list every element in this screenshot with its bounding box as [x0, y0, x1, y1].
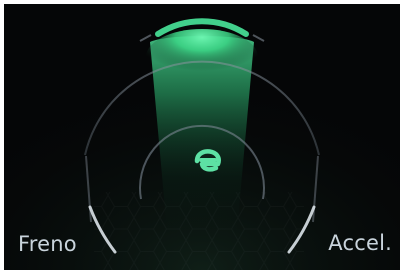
brake-label: Freno: [18, 232, 77, 256]
accelerator-label: Accel.: [328, 231, 392, 255]
energy-gauge-panel: Freno Accel.: [4, 4, 400, 270]
eco-e-icon: [194, 149, 221, 172]
